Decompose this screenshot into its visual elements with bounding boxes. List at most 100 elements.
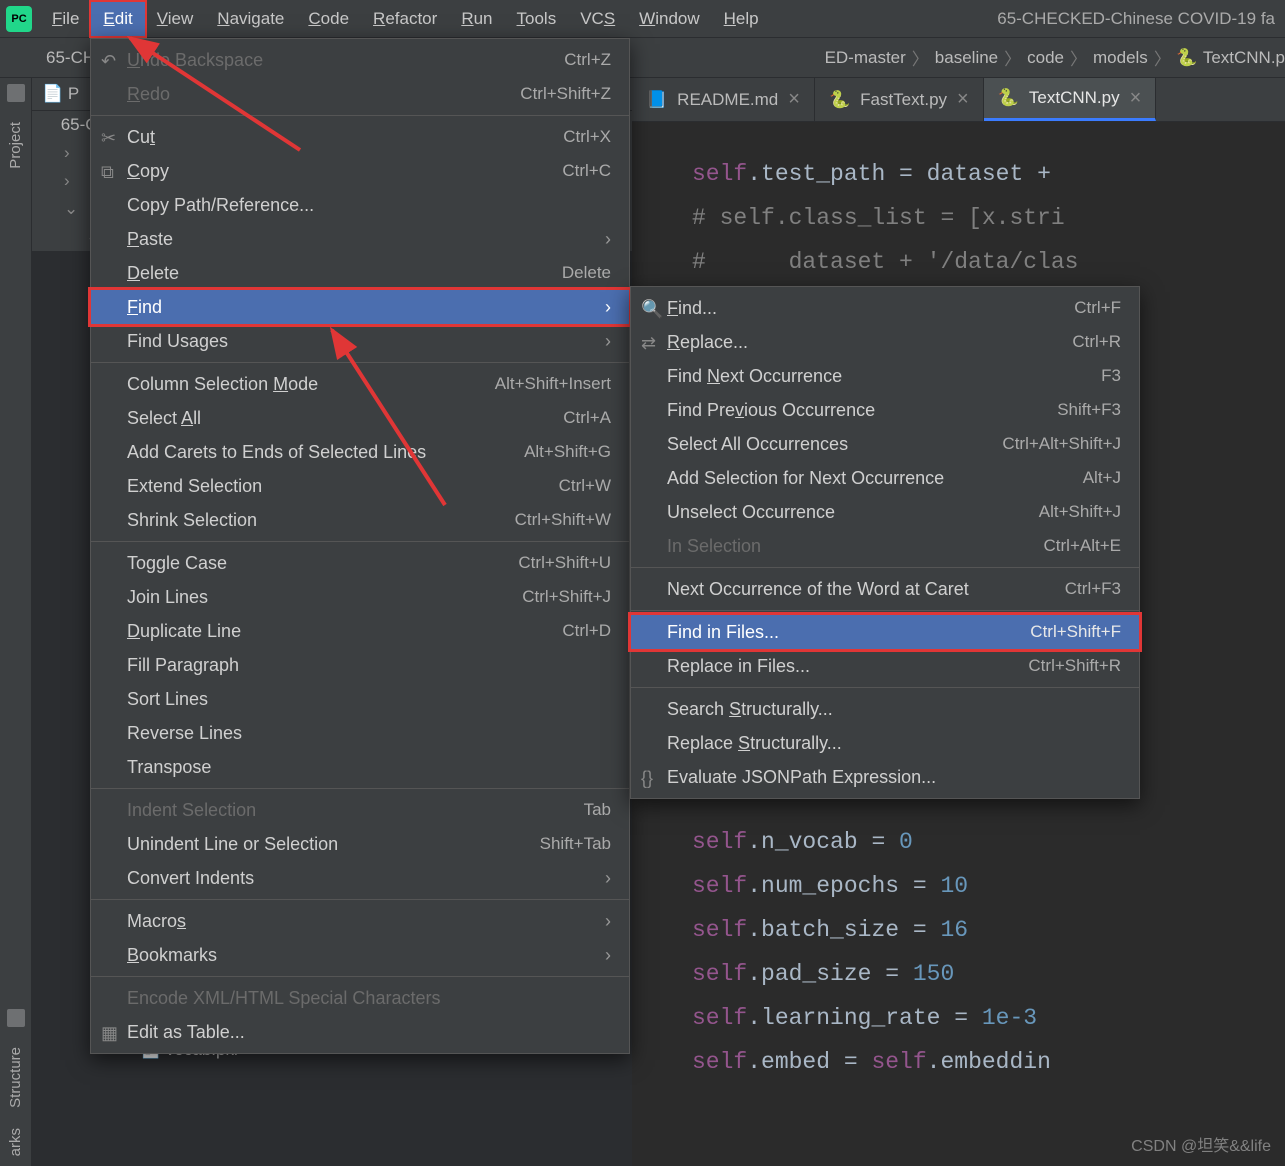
- edit-menu-copy[interactable]: ⧉CopyCtrl+C: [91, 154, 629, 188]
- find-menu-add-selection-for-next-occurrence[interactable]: Add Selection for Next Occurrence Alt+J: [631, 461, 1139, 495]
- edit-menu-join-lines[interactable]: Join LinesCtrl+Shift+J: [91, 580, 629, 614]
- find-menu-replace-in-files[interactable]: Replace in Files...Ctrl+Shift+R: [631, 649, 1139, 683]
- crumb-item[interactable]: ED-master: [825, 48, 906, 68]
- menu-item-shortcut: Shift+F3: [1057, 400, 1121, 420]
- edit-menu-unindent-line-or-selection[interactable]: Unindent Line or SelectionShift+Tab: [91, 827, 629, 861]
- menubar-item-vcs[interactable]: VCS: [568, 2, 627, 36]
- menu-item-label: Bookmarks: [127, 945, 575, 966]
- menu-item-shortcut: Ctrl+Shift+R: [1028, 656, 1121, 676]
- undo-icon: ↶: [101, 51, 119, 69]
- menu-item-shortcut: Alt+Shift+J: [1039, 502, 1121, 522]
- menubar-item-file[interactable]: File: [40, 2, 91, 36]
- project-tool-icon[interactable]: [7, 84, 25, 102]
- menubar: FileEditViewNavigateCodeRefactorRunTools…: [0, 0, 1285, 38]
- find-menu-evaluate-jsonpath-expression[interactable]: {}Evaluate JSONPath Expression...: [631, 760, 1139, 794]
- menubar-item-tools[interactable]: Tools: [505, 2, 569, 36]
- tab-label: README.md: [677, 90, 778, 110]
- edit-menu-copy-path-reference[interactable]: Copy Path/Reference...: [91, 188, 629, 222]
- menubar-item-help[interactable]: Help: [712, 2, 771, 36]
- edit-menu-paste[interactable]: Paste›: [91, 222, 629, 256]
- edit-menu-edit-as-table[interactable]: ▦Edit as Table...: [91, 1015, 629, 1049]
- menubar-item-window[interactable]: Window: [627, 2, 711, 36]
- find-menu-in-selection: In SelectionCtrl+Alt+E: [631, 529, 1139, 563]
- editor-tab[interactable]: 🐍FastText.py×: [815, 78, 984, 121]
- edit-menu-undo-backspace: ↶Undo BackspaceCtrl+Z: [91, 43, 629, 77]
- edit-menu-redo: RedoCtrl+Shift+Z: [91, 77, 629, 111]
- edit-menu-find-usages[interactable]: Find Usages›: [91, 324, 629, 358]
- edit-menu-transpose[interactable]: Transpose: [91, 750, 629, 784]
- menu-item-label: Next Occurrence of the Word at Caret: [667, 579, 1035, 600]
- structure-tool-icon[interactable]: [7, 1009, 25, 1027]
- project-tree-header: 📄 P: [42, 84, 79, 103]
- edit-menu-duplicate-line[interactable]: Duplicate LineCtrl+D: [91, 614, 629, 648]
- menubar-item-code[interactable]: Code: [296, 2, 361, 36]
- submenu-arrow-icon: ›: [605, 945, 611, 966]
- edit-menu-cut[interactable]: ✂CutCtrl+X: [91, 120, 629, 154]
- tab-file-icon: 🐍: [998, 88, 1019, 108]
- menu-item-shortcut: Ctrl+A: [563, 408, 611, 428]
- menu-item-label: Copy Path/Reference...: [127, 195, 611, 216]
- menu-item-label: Unselect Occurrence: [667, 502, 1009, 523]
- submenu-arrow-icon: ›: [605, 911, 611, 932]
- editor-tab[interactable]: 📘README.md×: [632, 78, 815, 121]
- edit-menu-macros[interactable]: Macros›: [91, 904, 629, 938]
- menu-item-label: Toggle Case: [127, 553, 488, 574]
- find-menu-find[interactable]: 🔍Find...Ctrl+F: [631, 291, 1139, 325]
- menu-item-label: Join Lines: [127, 587, 492, 608]
- edit-menu-shrink-selection[interactable]: Shrink SelectionCtrl+Shift+W: [91, 503, 629, 537]
- crumb-item[interactable]: models: [1093, 48, 1148, 68]
- project-tool-label[interactable]: Project: [7, 122, 24, 169]
- find-menu-find-next-occurrence[interactable]: Find Next OccurrenceF3: [631, 359, 1139, 393]
- find-menu-unselect-occurrence[interactable]: Unselect Occurrence Alt+Shift+J: [631, 495, 1139, 529]
- find-menu-select-all-occurrences[interactable]: Select All OccurrencesCtrl+Alt+Shift+J: [631, 427, 1139, 461]
- search-icon: 🔍: [641, 299, 659, 317]
- edit-menu-select-all[interactable]: Select AllCtrl+A: [91, 401, 629, 435]
- find-menu-search-structurally[interactable]: Search Structurally...: [631, 692, 1139, 726]
- tab-close-icon[interactable]: ×: [957, 88, 969, 111]
- edit-menu-convert-indents[interactable]: Convert Indents›: [91, 861, 629, 895]
- menu-separator: [91, 976, 629, 977]
- tab-close-icon[interactable]: ×: [1130, 87, 1142, 110]
- menu-item-label: Add Selection for Next Occurrence: [667, 468, 1053, 489]
- find-submenu: 🔍Find...Ctrl+F⇄Replace...Ctrl+RFind Next…: [630, 286, 1140, 799]
- edit-menu-find[interactable]: Find›: [91, 290, 629, 324]
- tab-file-icon: 🐍: [829, 90, 850, 110]
- find-menu-next-occurrence-of-the-word-at-caret[interactable]: Next Occurrence of the Word at CaretCtrl…: [631, 572, 1139, 606]
- edit-menu-column-selection-mode[interactable]: Column Selection ModeAlt+Shift+Insert: [91, 367, 629, 401]
- app-logo: PC: [6, 6, 32, 32]
- watermark: CSDN @坦笑&&life: [1131, 1132, 1271, 1156]
- crumb-item[interactable]: code: [1027, 48, 1064, 68]
- menu-item-shortcut: F3: [1101, 366, 1121, 386]
- find-menu-replace-structurally[interactable]: Replace Structurally...: [631, 726, 1139, 760]
- menu-item-shortcut: Shift+Tab: [540, 834, 611, 854]
- menubar-item-refactor[interactable]: Refactor: [361, 2, 449, 36]
- edit-menu-fill-paragraph[interactable]: Fill Paragraph: [91, 648, 629, 682]
- menu-item-shortcut: Alt+J: [1083, 468, 1121, 488]
- menu-item-label: Indent Selection: [127, 800, 554, 821]
- menubar-item-edit[interactable]: Edit: [91, 2, 144, 36]
- menubar-item-view[interactable]: View: [145, 2, 206, 36]
- menu-item-label: Redo: [127, 84, 490, 105]
- menu-item-label: Find...: [667, 298, 1044, 319]
- tab-close-icon[interactable]: ×: [788, 88, 800, 111]
- edit-menu-sort-lines[interactable]: Sort Lines: [91, 682, 629, 716]
- find-menu-find-previous-occurrence[interactable]: Find Previous OccurrenceShift+F3: [631, 393, 1139, 427]
- menu-item-label: Transpose: [127, 757, 611, 778]
- menubar-item-navigate[interactable]: Navigate: [205, 2, 296, 36]
- find-menu-find-in-files[interactable]: Find in Files...Ctrl+Shift+F: [631, 615, 1139, 649]
- menu-item-label: Paste: [127, 229, 575, 250]
- edit-menu-delete[interactable]: DeleteDelete: [91, 256, 629, 290]
- edit-menu-extend-selection[interactable]: Extend SelectionCtrl+W: [91, 469, 629, 503]
- edit-menu-bookmarks[interactable]: Bookmarks ›: [91, 938, 629, 972]
- editor-tab[interactable]: 🐍TextCNN.py×: [984, 78, 1157, 121]
- find-menu-replace[interactable]: ⇄Replace...Ctrl+R: [631, 325, 1139, 359]
- edit-menu-add-carets-to-ends-of-selected-lines[interactable]: Add Carets to Ends of Selected LinesAlt+…: [91, 435, 629, 469]
- crumb-item[interactable]: baseline: [935, 48, 998, 68]
- structure-tool-label[interactable]: Structure: [7, 1047, 24, 1108]
- menu-item-label: Replace Structurally...: [667, 733, 1121, 754]
- menubar-item-run[interactable]: Run: [449, 2, 504, 36]
- crumb-file[interactable]: TextCNN.p: [1203, 48, 1285, 68]
- edit-menu-toggle-case[interactable]: Toggle CaseCtrl+Shift+U: [91, 546, 629, 580]
- bookmarks-tool-label[interactable]: arks: [7, 1128, 24, 1156]
- edit-menu-reverse-lines[interactable]: Reverse Lines: [91, 716, 629, 750]
